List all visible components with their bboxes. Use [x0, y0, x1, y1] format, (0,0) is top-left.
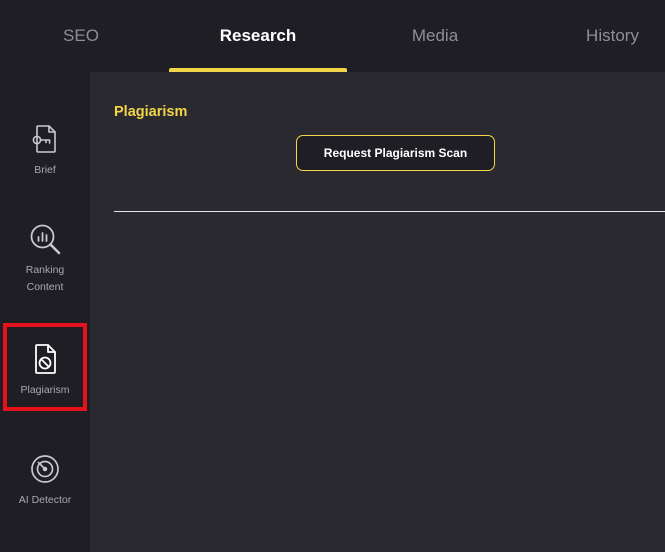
tab-seo[interactable]: SEO	[0, 0, 162, 72]
section-title: Plagiarism	[114, 104, 188, 120]
sidebar-item-label: Brief	[34, 164, 56, 176]
plagiarism-icon	[35, 344, 56, 374]
sidebar-item-label: Ranking Content	[25, 264, 65, 293]
sidebar-item-plagiarism[interactable]: Plagiarism	[0, 342, 90, 399]
request-plagiarism-scan-button[interactable]: Request Plagiarism Scan	[296, 135, 495, 171]
tab-media-label: Media	[411, 26, 459, 45]
sidebar-item-label: Plagiarism	[20, 384, 70, 396]
ai-detector-icon	[31, 455, 59, 483]
tab-history-label: History	[586, 26, 639, 45]
tab-seo-label: SEO	[63, 26, 99, 45]
tab-research[interactable]: Research	[169, 0, 347, 72]
sidebar-item-label: AI Detector	[18, 494, 72, 506]
tab-media[interactable]: Media	[350, 0, 520, 72]
tab-history[interactable]: History	[540, 0, 665, 72]
divider	[114, 211, 665, 212]
main-panel: Plagiarism Request Plagiarism Scan	[90, 72, 665, 552]
sidebar-item-ranking-content[interactable]: Ranking Content	[0, 222, 90, 296]
top-navigation: SEO Research Media History	[0, 0, 665, 72]
ranking-content-icon	[30, 224, 61, 255]
brief-icon	[32, 125, 56, 153]
sidebar: Brief Ranking Content Plagiarism AI Dete…	[0, 72, 90, 552]
sidebar-item-ai-detector[interactable]: AI Detector	[0, 452, 90, 509]
sidebar-item-brief[interactable]: Brief	[0, 122, 90, 179]
tab-research-label: Research	[219, 26, 297, 45]
